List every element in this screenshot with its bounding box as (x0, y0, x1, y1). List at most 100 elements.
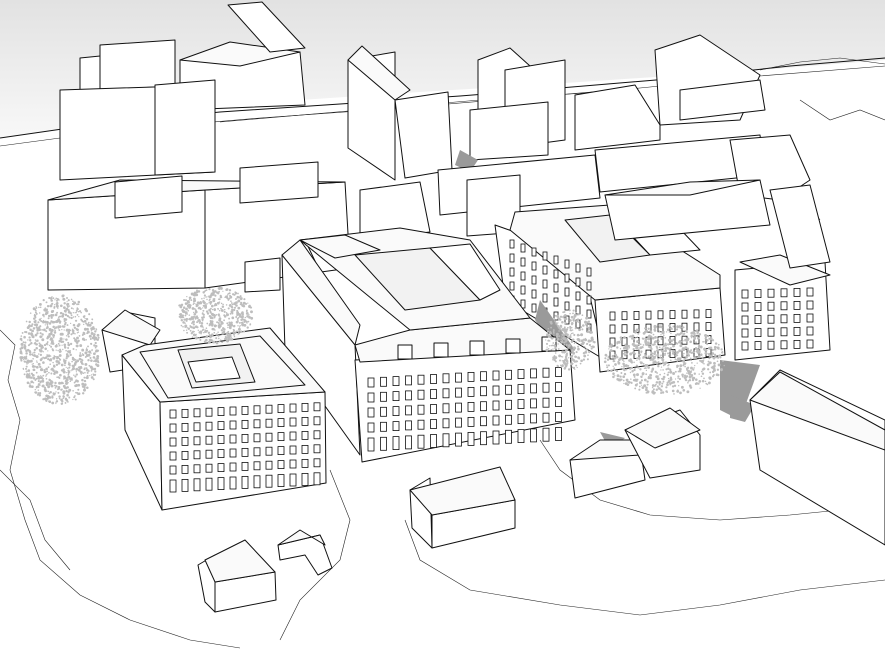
window (217, 407, 225, 417)
window (169, 479, 177, 493)
window (265, 446, 273, 456)
window (417, 419, 425, 430)
window (277, 418, 285, 428)
window (575, 263, 581, 273)
window (301, 430, 309, 440)
window (754, 315, 762, 325)
window (555, 382, 562, 392)
window (780, 301, 788, 311)
window (505, 429, 512, 444)
window (741, 289, 749, 299)
window (433, 342, 449, 358)
window (780, 340, 788, 350)
window (509, 281, 515, 291)
window (531, 275, 537, 285)
window (193, 408, 201, 418)
window (780, 314, 788, 324)
window (217, 449, 225, 459)
window (380, 376, 387, 387)
window (169, 409, 177, 419)
window (741, 328, 749, 338)
window (455, 387, 462, 398)
window (301, 472, 309, 486)
window (380, 406, 387, 417)
window (392, 421, 400, 432)
window (205, 421, 213, 431)
window (430, 434, 437, 448)
window (505, 399, 512, 410)
window (633, 310, 640, 320)
window (767, 301, 775, 311)
small-house-right-front (569, 407, 701, 499)
window (531, 247, 537, 257)
window (253, 433, 261, 443)
window (455, 417, 462, 428)
window (553, 269, 559, 279)
window (229, 406, 237, 416)
small-house-center-front (409, 466, 516, 549)
window (392, 376, 400, 387)
window (806, 339, 814, 349)
window (480, 371, 487, 382)
window (754, 341, 762, 351)
window (241, 433, 249, 443)
window (555, 412, 562, 422)
window (265, 432, 273, 442)
window (169, 451, 177, 461)
window (542, 367, 550, 378)
window (392, 406, 400, 417)
window (509, 239, 515, 249)
window (313, 472, 321, 486)
window (575, 291, 581, 301)
window (193, 422, 201, 432)
window (229, 448, 237, 458)
window (586, 309, 592, 319)
window (455, 432, 462, 447)
window (405, 435, 412, 450)
window (265, 418, 273, 428)
window (397, 344, 413, 360)
window (780, 327, 788, 337)
window (367, 392, 375, 403)
window (705, 309, 712, 319)
window (253, 475, 261, 489)
window (253, 461, 261, 471)
window (542, 293, 548, 303)
window (767, 327, 775, 337)
small-house-bottom-left (197, 539, 277, 613)
window (265, 474, 273, 488)
window (806, 287, 814, 297)
window (205, 407, 213, 417)
window (741, 341, 749, 351)
window (467, 431, 475, 446)
window (380, 391, 387, 402)
window (793, 300, 801, 310)
window (520, 271, 526, 281)
window (767, 314, 775, 324)
window (505, 384, 512, 395)
window (467, 371, 475, 382)
window (575, 305, 581, 315)
window (767, 340, 775, 350)
window (193, 436, 201, 446)
window (505, 369, 512, 380)
window (555, 397, 562, 407)
window (517, 414, 525, 425)
window (169, 465, 177, 475)
window (480, 431, 487, 446)
window (277, 460, 285, 470)
window (380, 421, 387, 432)
window (217, 463, 225, 473)
window (564, 287, 570, 297)
window (193, 450, 201, 460)
window (681, 309, 688, 319)
window (367, 437, 375, 452)
window (217, 421, 225, 431)
window (542, 279, 548, 289)
window (313, 444, 321, 454)
window (289, 445, 297, 455)
window (555, 427, 562, 441)
window (480, 386, 487, 397)
window (793, 287, 801, 297)
window (467, 386, 475, 397)
